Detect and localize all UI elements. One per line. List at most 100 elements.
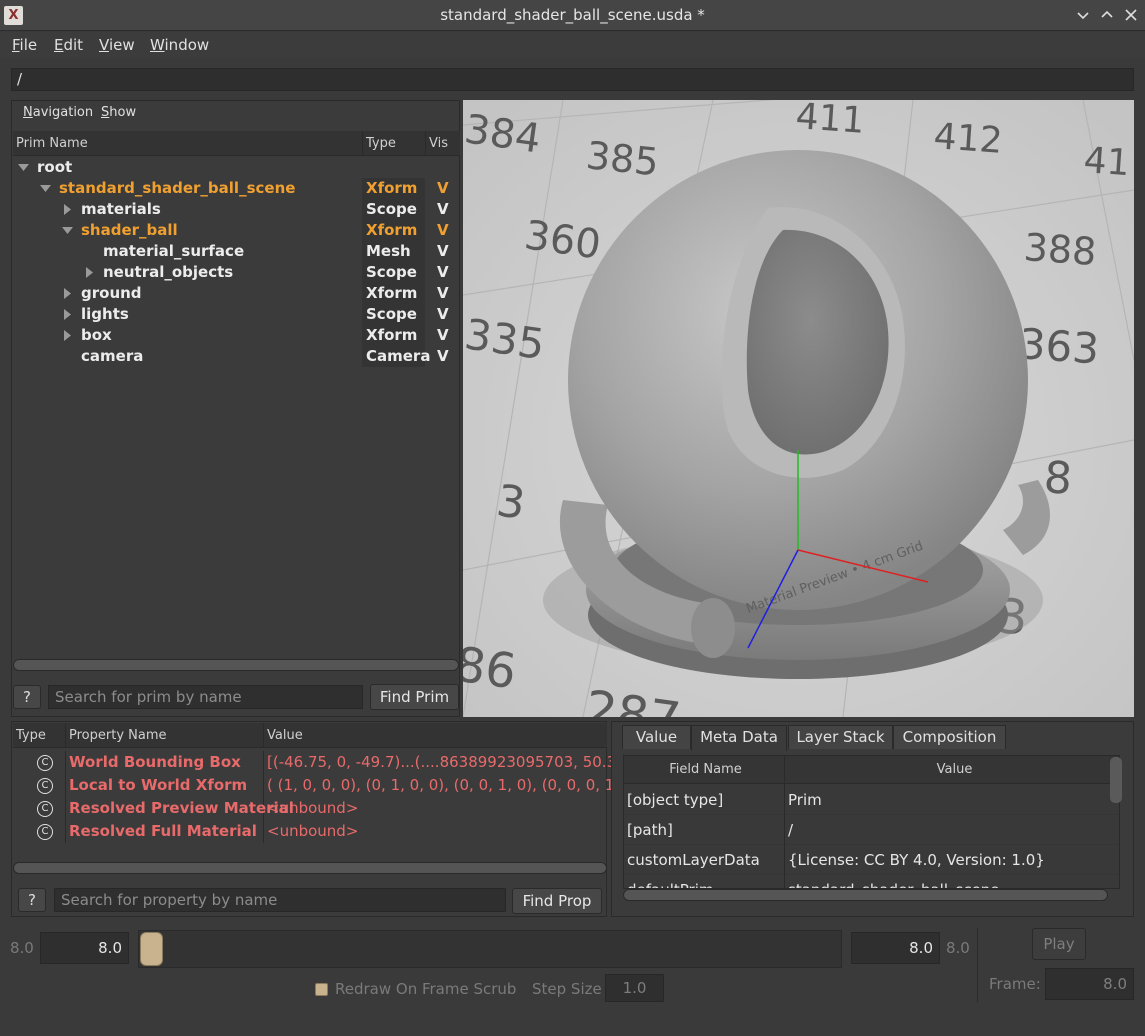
find-prop-button[interactable]: Find Prop	[512, 888, 602, 914]
current-frame-field[interactable]: 8.0	[1045, 968, 1134, 1000]
column-vis[interactable]: Vis	[426, 131, 460, 156]
frame-slider[interactable]	[138, 930, 842, 968]
field-value: {License: CC BY 4.0, Version: 1.0}	[788, 851, 1045, 869]
property-name: World Bounding Box	[69, 753, 241, 771]
tree-row-standard-shader-ball-scene[interactable]: standard_shader_ball_scene Xform V	[13, 178, 460, 199]
find-prim-button[interactable]: Find Prim	[370, 684, 459, 710]
expanded-arrow-icon[interactable]	[40, 183, 51, 194]
play-button[interactable]: Play	[1032, 928, 1086, 960]
viewport-render[interactable]: 384 385 411 412 41 360 388 335 363 3 8 3…	[463, 100, 1134, 717]
column-field-name[interactable]: Field Name	[624, 756, 785, 784]
prim-vis[interactable]: V	[437, 283, 449, 304]
tab-meta-data[interactable]: Meta Data	[691, 725, 787, 751]
menu-view[interactable]: View	[99, 32, 135, 58]
prim-path-field[interactable]: /	[11, 68, 1134, 91]
metadata-row[interactable]: [object type] Prim	[624, 785, 1119, 815]
collapsed-arrow-icon[interactable]	[84, 267, 95, 278]
frame-slider-handle[interactable]	[140, 932, 163, 966]
tree-row-box[interactable]: box Xform V	[13, 325, 460, 346]
tree-row-material-surface[interactable]: material_surface Mesh V	[13, 241, 460, 262]
close-icon[interactable]	[1121, 5, 1141, 25]
title-bar: standard_shader_ball_scene.usda * X	[0, 0, 1145, 31]
prim-vis[interactable]: V	[437, 178, 449, 199]
tree-row-ground[interactable]: ground Xform V	[13, 283, 460, 304]
tree-row-camera[interactable]: camera Camera V	[13, 346, 460, 367]
redraw-on-scrub-label: Redraw On Frame Scrub	[335, 980, 517, 998]
tab-navigation[interactable]: Navigation	[23, 105, 93, 120]
window-title: standard_shader_ball_scene.usda *	[440, 6, 705, 24]
prim-vis[interactable]: V	[437, 325, 449, 346]
tree-row-neutral-objects[interactable]: neutral_objects Scope V	[13, 262, 460, 283]
prim-vis[interactable]: V	[437, 220, 449, 241]
property-table-header: Type Property Name Value	[13, 723, 607, 748]
column-value[interactable]: Value	[264, 723, 607, 748]
column-prim-name[interactable]: Prim Name	[13, 131, 363, 156]
prim-vis[interactable]: V	[437, 199, 449, 220]
floor-number: 411	[794, 100, 865, 142]
step-size-field[interactable]: 1.0	[605, 974, 664, 1002]
property-row[interactable]: C Resolved Preview Material <unbound>	[13, 797, 607, 820]
prim-vis[interactable]: V	[437, 304, 449, 325]
metadata-table-header: Field Name Value	[624, 756, 1119, 784]
tree-row-lights[interactable]: lights Scope V	[13, 304, 460, 325]
chevron-down-icon[interactable]	[1073, 5, 1093, 25]
chevron-up-icon[interactable]	[1097, 5, 1117, 25]
tree-row-root[interactable]: root	[13, 157, 460, 178]
tab-value[interactable]: Value	[622, 725, 691, 749]
floor-number: 412	[932, 116, 1003, 162]
prim-name: box	[81, 326, 112, 344]
column-type[interactable]: Type	[13, 723, 66, 748]
collapsed-arrow-icon[interactable]	[62, 204, 73, 215]
prim-search-input[interactable]: Search for prim by name	[48, 685, 363, 709]
start-frame-field[interactable]: 8.0	[40, 932, 129, 964]
prim-name: ground	[81, 284, 142, 302]
property-value: [(-46.75, 0, -49.7)...(....8638992309570…	[267, 753, 628, 771]
prim-name: lights	[81, 305, 129, 323]
metadata-horizontal-scrollbar[interactable]	[623, 889, 1108, 901]
property-panel: Type Property Name Value C World Boundin…	[11, 721, 631, 917]
tree-row-materials[interactable]: materials Scope V	[13, 199, 460, 220]
prim-name: material_surface	[103, 242, 245, 260]
property-help-button[interactable]: ?	[18, 888, 46, 912]
tab-show[interactable]: Show	[101, 105, 136, 120]
divider	[977, 928, 978, 1002]
menu-file[interactable]: File	[12, 32, 37, 58]
expanded-arrow-icon[interactable]	[62, 225, 73, 236]
menu-window[interactable]: Window	[150, 32, 209, 58]
field-value: /	[788, 821, 794, 839]
property-search-input[interactable]: Search for property by name	[54, 888, 506, 912]
prim-name: materials	[81, 200, 161, 218]
end-frame-field[interactable]: 8.0	[851, 932, 940, 964]
prim-name: standard_shader_ball_scene	[59, 179, 296, 197]
collapsed-arrow-icon[interactable]	[62, 330, 73, 341]
collapsed-arrow-icon[interactable]	[62, 309, 73, 320]
prim-type: Mesh	[366, 242, 411, 260]
prim-vis[interactable]: V	[437, 241, 449, 262]
property-horizontal-scrollbar[interactable]	[13, 862, 607, 874]
metadata-vertical-scrollbar[interactable]	[1110, 757, 1122, 803]
collapsed-arrow-icon[interactable]	[62, 288, 73, 299]
metadata-row[interactable]: [path] /	[624, 815, 1119, 845]
tab-layer-stack[interactable]: Layer Stack	[788, 725, 893, 749]
floor-number: 385	[584, 133, 661, 184]
menu-edit[interactable]: Edit	[54, 32, 83, 58]
prim-horizontal-scrollbar[interactable]	[13, 659, 459, 671]
prim-help-button[interactable]: ?	[13, 685, 41, 709]
3d-viewport[interactable]: 384 385 411 412 41 360 388 335 363 3 8 3…	[463, 100, 1134, 717]
prim-vis[interactable]: V	[437, 262, 449, 283]
floor-number: 388	[1022, 225, 1097, 274]
metadata-row[interactable]: defaultPrim standard_shader_ball_scene	[624, 875, 1119, 888]
column-value[interactable]: Value	[785, 756, 1119, 784]
tab-composition[interactable]: Composition	[893, 725, 1006, 749]
prim-vis[interactable]: V	[437, 346, 449, 367]
column-type[interactable]: Type	[363, 131, 426, 156]
expanded-arrow-icon[interactable]	[18, 162, 29, 173]
prim-type: Xform	[366, 326, 418, 344]
column-property-name[interactable]: Property Name	[66, 723, 264, 748]
tree-row-shader-ball[interactable]: shader_ball Xform V	[13, 220, 460, 241]
property-row[interactable]: C Resolved Full Material <unbound>	[13, 820, 607, 843]
redraw-on-scrub-checkbox[interactable]	[315, 983, 328, 996]
metadata-row[interactable]: customLayerData {License: CC BY 4.0, Ver…	[624, 845, 1119, 875]
property-row[interactable]: C Local to World Xform ( (1, 0, 0, 0), (…	[13, 774, 631, 797]
property-row[interactable]: C World Bounding Box [(-46.75, 0, -49.7)…	[13, 751, 628, 774]
